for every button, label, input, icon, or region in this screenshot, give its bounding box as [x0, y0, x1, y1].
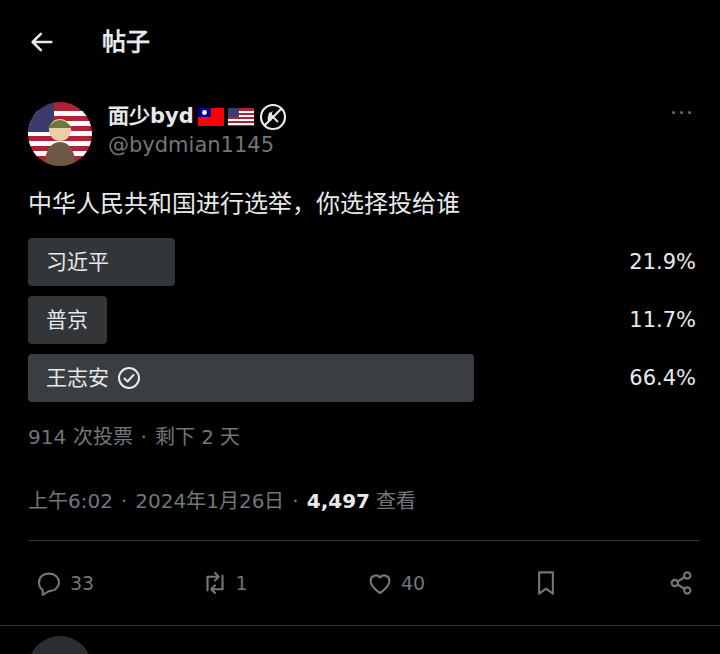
divider	[28, 540, 700, 541]
taiwan-flag-icon	[198, 108, 224, 126]
bookmark-button[interactable]	[531, 568, 561, 598]
poll-percent: 21.9%	[629, 247, 700, 279]
check-icon	[117, 366, 141, 390]
poll-option-label: 普京	[28, 305, 88, 337]
separator: ·	[121, 486, 127, 516]
page-title: 帖子	[102, 24, 150, 60]
views-label: 查看	[376, 489, 416, 513]
divider	[0, 625, 720, 626]
like-icon	[365, 568, 395, 598]
author-names: 面少byd@bydmian1145	[108, 102, 654, 159]
poll-option[interactable]: 普京 11.7%	[28, 296, 700, 344]
retweet-icon	[200, 568, 230, 598]
next-avatar[interactable]	[28, 636, 92, 654]
poll-percent: 11.7%	[629, 305, 700, 337]
action-bar: 33 1 40	[28, 541, 700, 625]
time-remaining: 剩下 2 天	[155, 422, 240, 452]
post-author: 面少byd@bydmian1145 ···	[28, 102, 700, 166]
top-bar: 帖子	[0, 0, 720, 84]
option-text: 普京	[46, 305, 88, 337]
name-row: 面少byd	[108, 102, 654, 132]
option-text: 王志安	[46, 363, 109, 395]
poll-option[interactable]: 习近平 21.9%	[28, 238, 700, 286]
display-name[interactable]: 面少byd	[108, 103, 194, 130]
reply-icon	[34, 568, 64, 598]
reply-count: 33	[70, 569, 94, 598]
avatar[interactable]	[28, 102, 92, 166]
post-time[interactable]: 上午6:02	[28, 486, 113, 516]
option-text: 习近平	[46, 247, 109, 279]
vote-count: 914 次投票	[28, 422, 133, 452]
poll-percent: 66.4%	[629, 363, 700, 395]
poll-info: 914 次投票 · 剩下 2 天	[28, 422, 700, 452]
no-communism-icon	[258, 102, 288, 132]
view-count: 4,497	[307, 489, 370, 513]
reply-button[interactable]: 33	[34, 568, 94, 598]
post-text: 中华人民共和国进行选举，你选择投给谁	[28, 188, 700, 220]
separator: ·	[141, 422, 147, 452]
views: 4,497 查看	[307, 486, 417, 516]
back-arrow-icon[interactable]	[28, 28, 56, 56]
like-button[interactable]: 40	[365, 568, 425, 598]
share-icon	[666, 568, 696, 598]
avatar-picture-icon	[28, 102, 92, 166]
poll-option-label: 习近平	[28, 247, 109, 279]
retweet-count: 1	[236, 569, 248, 598]
like-count: 40	[401, 569, 425, 598]
post-meta: 上午6:02 · 2024年1月26日 · 4,497 查看	[28, 486, 700, 516]
bookmark-icon	[531, 568, 561, 598]
next-post	[0, 626, 720, 654]
separator: ·	[292, 486, 298, 516]
poll-option[interactable]: 王志安 66.4%	[28, 354, 700, 402]
more-button[interactable]: ···	[670, 102, 700, 124]
post-date[interactable]: 2024年1月26日	[135, 486, 284, 516]
handle[interactable]: @bydmian1145	[108, 132, 654, 159]
share-button[interactable]	[666, 568, 696, 598]
poll: 习近平 21.9% 普京 11.7% 王志安 66.4%	[28, 238, 700, 402]
post: 面少byd@bydmian1145···中华人民共和国进行选举，你选择投给谁习近…	[0, 84, 720, 625]
usa-flag-icon	[228, 108, 254, 126]
poll-option-label: 王志安	[28, 363, 141, 395]
retweet-button[interactable]: 1	[200, 568, 260, 598]
